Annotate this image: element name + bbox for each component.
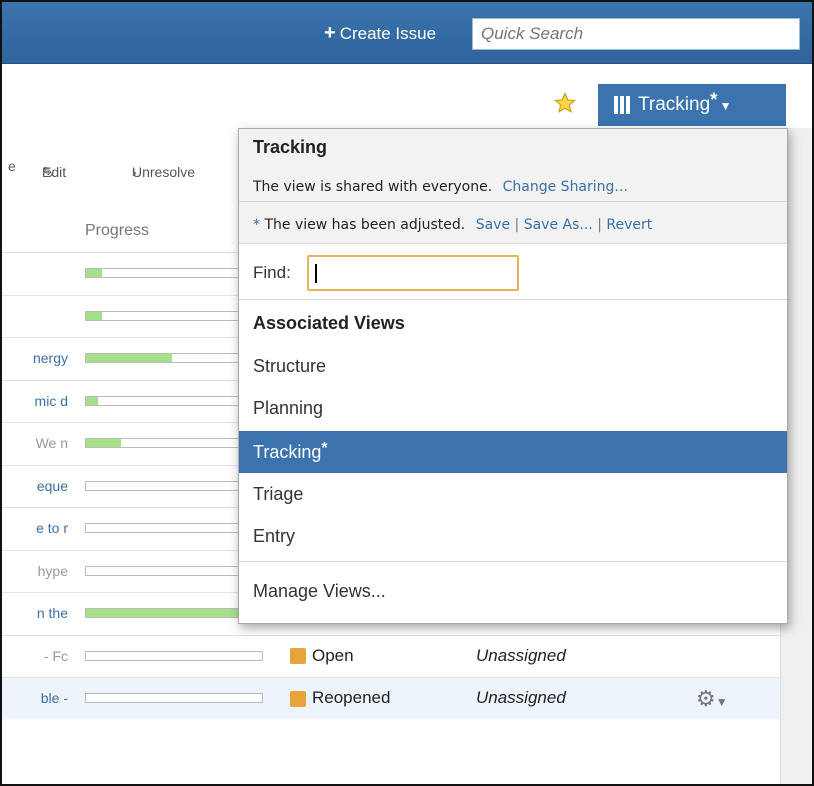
divider bbox=[239, 561, 787, 562]
progress-fill bbox=[86, 269, 102, 277]
summary-cell[interactable]: ble - bbox=[2, 690, 68, 706]
view-item-label: Tracking bbox=[253, 442, 322, 462]
status-cell: Open bbox=[290, 646, 354, 666]
view-item-entry[interactable]: Entry bbox=[239, 515, 787, 557]
divider bbox=[239, 201, 787, 202]
status-icon bbox=[290, 690, 306, 707]
toolbar-partial-item[interactable]: e bbox=[8, 158, 16, 174]
progress-bar bbox=[85, 565, 263, 576]
columns-icon bbox=[614, 95, 632, 114]
assignee-cell: Unassigned bbox=[476, 645, 566, 665]
manage-views-link[interactable]: Manage Views... bbox=[253, 581, 386, 602]
app-window: +Create Issue Tracking*▼ e ✎Edit ›Unreso… bbox=[0, 0, 814, 786]
progress-fill bbox=[86, 354, 173, 362]
progress-bar bbox=[85, 310, 263, 321]
summary-cell[interactable]: We n bbox=[2, 435, 68, 451]
quick-search-input[interactable] bbox=[472, 18, 800, 50]
summary-cell[interactable]: - Fc bbox=[2, 648, 68, 664]
find-input[interactable] bbox=[307, 255, 519, 291]
progress-bar bbox=[85, 395, 263, 406]
view-selector-button[interactable]: Tracking* ▼ bbox=[598, 84, 786, 126]
status-icon bbox=[290, 648, 306, 665]
summary-cell[interactable]: n the bbox=[2, 605, 68, 621]
view-item-triage[interactable]: Triage bbox=[239, 473, 787, 515]
progress-column-header[interactable]: Progress bbox=[85, 222, 149, 240]
table-row[interactable]: - Fc Open Unassigned bbox=[2, 634, 812, 677]
shared-text: The view is shared with everyone. bbox=[253, 179, 493, 195]
status-label: Open bbox=[312, 645, 354, 665]
view-item-planning[interactable]: Planning bbox=[239, 387, 787, 429]
link-separator: | bbox=[514, 217, 520, 233]
view-item-label: Triage bbox=[253, 484, 304, 504]
progress-fill bbox=[86, 311, 102, 320]
assignee-cell: Unassigned bbox=[476, 688, 566, 707]
edit-label: Edit bbox=[42, 164, 67, 180]
link-separator: | bbox=[597, 217, 602, 233]
views-dropdown: Tracking The view is shared with everyon… bbox=[238, 128, 788, 624]
summary-cell[interactable]: e to r bbox=[2, 520, 68, 536]
top-nav-bar: + Create Issue bbox=[2, 2, 812, 64]
text-cursor bbox=[315, 264, 317, 283]
view-item-structure[interactable]: Structure bbox=[239, 345, 787, 387]
adjusted-marker: * bbox=[710, 90, 718, 111]
status-label: Reopened bbox=[312, 688, 391, 707]
revert-link[interactable]: Revert bbox=[606, 217, 652, 233]
star-icon[interactable] bbox=[554, 92, 576, 114]
view-item-label: Entry bbox=[253, 526, 296, 546]
grid-toolbar: e ✎ Edit › Unresolve bbox=[2, 152, 242, 182]
associated-views-title: Associated Views bbox=[253, 313, 405, 333]
adjusted-marker: * bbox=[321, 440, 328, 457]
progress-bar bbox=[85, 353, 263, 363]
summary-cell[interactable]: hype bbox=[2, 563, 68, 579]
status-cell: Reopened bbox=[290, 688, 390, 708]
create-issue-label: Create Issue bbox=[339, 24, 437, 43]
progress-fill bbox=[86, 609, 262, 617]
find-label: Find: bbox=[253, 263, 291, 282]
progress-fill bbox=[86, 396, 99, 405]
progress-fill bbox=[86, 439, 122, 447]
dropdown-title: Tracking bbox=[253, 137, 328, 157]
plus-icon: + bbox=[324, 22, 336, 44]
progress-bar bbox=[85, 608, 263, 618]
adjusted-line: * The view has been adjusted. Save | Sav… bbox=[253, 217, 652, 233]
table-row[interactable]: ble - Reopened Unassigned ⚙▼ bbox=[2, 677, 812, 719]
divider bbox=[239, 299, 787, 300]
view-item-tracking[interactable]: Tracking* bbox=[239, 431, 787, 473]
dropdown-header: Tracking The view is shared with everyon… bbox=[239, 129, 787, 244]
unresolved-label: Unresolve bbox=[132, 164, 196, 180]
save-link[interactable]: Save bbox=[476, 217, 510, 233]
change-sharing-link[interactable]: Change Sharing... bbox=[503, 179, 628, 195]
view-selector-label: Tracking bbox=[638, 94, 711, 115]
adjusted-star: * bbox=[253, 217, 260, 233]
summary-cell[interactable]: nergy bbox=[2, 350, 68, 366]
progress-bar bbox=[85, 480, 263, 491]
sharing-line: The view is shared with everyone. Change… bbox=[253, 179, 628, 195]
create-issue-button[interactable]: + Create Issue bbox=[324, 20, 436, 46]
row-actions-button[interactable]: ⚙▼ bbox=[696, 686, 728, 712]
save-as-link[interactable]: Save As... bbox=[524, 217, 593, 233]
progress-bar bbox=[85, 650, 263, 661]
progress-bar bbox=[85, 438, 263, 448]
progress-bar bbox=[85, 523, 263, 533]
summary-cell[interactable]: eque bbox=[2, 478, 68, 494]
progress-bar bbox=[85, 693, 263, 703]
view-item-label: Structure bbox=[253, 356, 327, 376]
summary-cell[interactable]: mic d bbox=[2, 393, 68, 409]
chevron-down-icon: ▼ bbox=[715, 695, 728, 709]
chevron-down-icon: ▼ bbox=[719, 99, 732, 113]
gear-icon: ⚙ bbox=[696, 686, 716, 711]
progress-bar bbox=[85, 268, 263, 278]
adjusted-text: The view has been adjusted. bbox=[264, 217, 466, 233]
view-item-label: Planning bbox=[253, 398, 324, 418]
